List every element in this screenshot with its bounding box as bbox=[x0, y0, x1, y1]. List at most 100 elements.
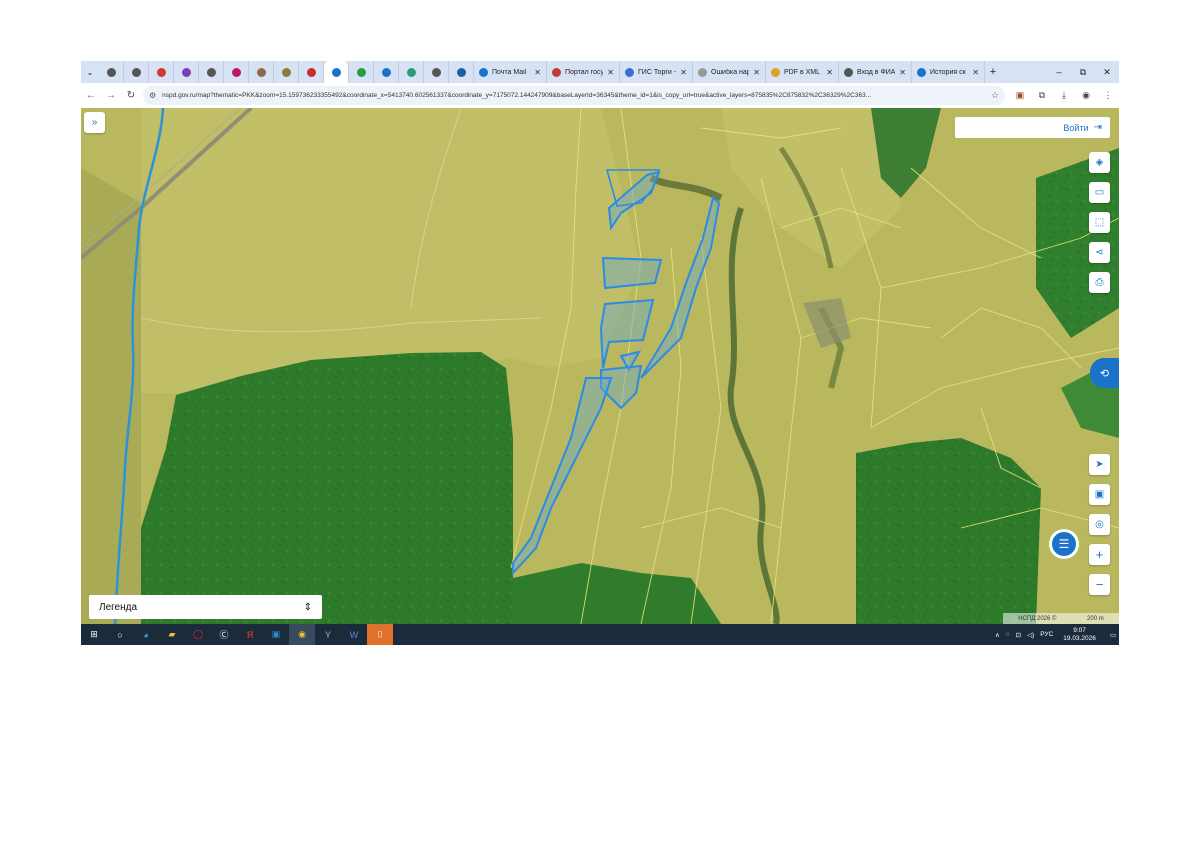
pinned-tab[interactable] bbox=[124, 61, 149, 83]
bookmark-star-icon[interactable]: ☆ bbox=[991, 90, 999, 101]
pinned-tab[interactable] bbox=[249, 61, 274, 83]
opera-icon[interactable]: ◯ bbox=[185, 624, 211, 645]
print-button[interactable]: ⎙ bbox=[1089, 272, 1110, 293]
attribution-text: НСПД 2026 © bbox=[1018, 615, 1057, 622]
tray-app-icon[interactable]: ◌ bbox=[1006, 631, 1010, 638]
search-icon[interactable]: ○ bbox=[107, 624, 133, 645]
pinned-tab[interactable] bbox=[99, 61, 124, 83]
clock[interactable]: 9:07 19.03.2026 bbox=[1060, 627, 1099, 643]
tab-label: Вход в ФИА bbox=[857, 68, 896, 76]
locate-button[interactable]: ➤ bbox=[1089, 454, 1110, 475]
gis-icon bbox=[625, 67, 634, 77]
favicon-icon bbox=[281, 67, 291, 77]
pinned-tab[interactable] bbox=[149, 61, 174, 83]
close-tab-icon[interactable]: ✕ bbox=[899, 68, 906, 77]
tray-arrow-icon[interactable]: ∧ bbox=[995, 631, 1000, 639]
file-explorer-icon[interactable]: ▰ bbox=[159, 624, 185, 645]
close-window-button[interactable]: ✕ bbox=[1095, 67, 1119, 78]
site-info-icon[interactable]: ⚙ bbox=[149, 91, 156, 100]
ruler-icon: ▭ bbox=[1094, 187, 1105, 198]
page-icon bbox=[698, 67, 707, 77]
close-tab-icon[interactable]: ✕ bbox=[972, 68, 979, 77]
browser-tab[interactable]: История ск ✕ bbox=[912, 61, 985, 83]
favicon-icon bbox=[356, 67, 366, 77]
chat-icon: ☰ bbox=[1058, 537, 1070, 551]
tab-label: Ошибка наруше bbox=[711, 68, 749, 76]
gosuslugi-icon bbox=[552, 67, 561, 77]
close-tab-icon[interactable]: ✕ bbox=[534, 68, 541, 77]
pinned-tab[interactable] bbox=[299, 61, 324, 83]
edge-icon[interactable]: ◕ bbox=[133, 624, 159, 645]
downloads-icon[interactable]: ⤓ bbox=[1053, 90, 1075, 101]
layers-button[interactable]: ◈ bbox=[1089, 152, 1110, 173]
yandex-browser-icon[interactable]: Y bbox=[315, 624, 341, 645]
area-select-button[interactable]: ⬚ bbox=[1089, 212, 1110, 233]
expand-panel-button[interactable]: » bbox=[84, 112, 105, 133]
toolbar: ← → ↻ ⚙ nspd.gov.ru/map?thematic=PKK&zoo… bbox=[81, 83, 1119, 108]
address-bar[interactable]: ⚙ nspd.gov.ru/map?thematic=PKK&zoom=15.1… bbox=[143, 86, 1005, 105]
pinned-tab[interactable] bbox=[374, 61, 399, 83]
browser-tab[interactable]: Почта Mail ✕ bbox=[474, 61, 547, 83]
favicon-icon bbox=[206, 67, 216, 77]
network-icon[interactable]: ⊡ bbox=[1016, 631, 1021, 639]
restore-button[interactable]: ⧉ bbox=[1071, 67, 1095, 78]
forward-icon[interactable]: → bbox=[101, 90, 121, 101]
zoom-out-button[interactable]: − bbox=[1089, 574, 1110, 595]
screen-button[interactable]: ▣ bbox=[1089, 484, 1110, 505]
pinned-tab[interactable] bbox=[349, 61, 374, 83]
favicon-icon bbox=[181, 67, 191, 77]
pinned-tab[interactable] bbox=[174, 61, 199, 83]
pinned-tab[interactable] bbox=[324, 61, 349, 83]
notifications-icon[interactable]: ▭2 bbox=[1110, 631, 1119, 639]
browser-tab[interactable]: Вход в ФИА ✕ bbox=[839, 61, 912, 83]
login-icon: ⇥ bbox=[1093, 122, 1102, 133]
browser-menu-icon[interactable]: ⋮ bbox=[1097, 90, 1119, 101]
legend-dropdown[interactable]: Легенда ⇕ bbox=[89, 595, 322, 619]
app-blue-icon[interactable]: ▣ bbox=[263, 624, 289, 645]
new-tab-button[interactable]: + bbox=[985, 66, 1001, 78]
browser-tab[interactable]: ГИС Торги - ✕ bbox=[620, 61, 693, 83]
side-panel-toggle[interactable]: ⟲ bbox=[1090, 358, 1119, 388]
scale-distance: 200 m bbox=[1087, 615, 1104, 622]
profile-icon[interactable]: ◉ bbox=[1075, 90, 1097, 101]
app-c-icon[interactable]: Ⓒ bbox=[211, 624, 237, 645]
download-icon bbox=[917, 67, 926, 77]
tab-label: ГИС Торги - bbox=[638, 68, 677, 76]
chrome-icon[interactable]: ◉ bbox=[289, 624, 315, 645]
browser-tab[interactable]: PDF в XML о ✕ bbox=[766, 61, 839, 83]
pinned-tab[interactable] bbox=[449, 61, 474, 83]
pinned-tab[interactable] bbox=[424, 61, 449, 83]
word-icon[interactable]: W bbox=[341, 624, 367, 645]
tab-search-button[interactable]: ⌄ bbox=[81, 61, 99, 83]
favicon-icon bbox=[256, 67, 266, 77]
close-tab-icon[interactable]: ✕ bbox=[607, 68, 614, 77]
ruler-button[interactable]: ▭ bbox=[1089, 182, 1110, 203]
windows-start-icon[interactable]: ⊞ bbox=[81, 624, 107, 645]
yandex-icon[interactable]: Я bbox=[237, 624, 263, 645]
pinned-tab[interactable] bbox=[399, 61, 424, 83]
tab-label: Почта Mail bbox=[492, 68, 527, 76]
language-indicator[interactable]: РУС bbox=[1040, 631, 1053, 638]
extensions-puzzle-icon[interactable]: ⧉ bbox=[1031, 90, 1053, 101]
close-tab-icon[interactable]: ✕ bbox=[753, 68, 760, 77]
extension-icon[interactable]: ▣ bbox=[1009, 90, 1031, 101]
pinned-tab[interactable] bbox=[274, 61, 299, 83]
share-button[interactable]: ⋖ bbox=[1089, 242, 1110, 263]
cadastral-map[interactable]: » Войти ⇥ ◈ ▭ ⬚ ⋖ ⎙ ⟲ ➤ ▣ ◎ + − ☰ Легенд… bbox=[81, 108, 1119, 624]
close-tab-icon[interactable]: ✕ bbox=[826, 68, 833, 77]
volume-icon[interactable]: ◁) bbox=[1027, 631, 1034, 639]
zoom-in-button[interactable]: + bbox=[1089, 544, 1110, 565]
close-tab-icon[interactable]: ✕ bbox=[680, 68, 687, 77]
browser-tab[interactable]: Портал госу ✕ bbox=[547, 61, 620, 83]
browser-tab[interactable]: Ошибка наруше ✕ bbox=[693, 61, 766, 83]
back-icon[interactable]: ← bbox=[81, 90, 101, 101]
pinned-tab[interactable] bbox=[199, 61, 224, 83]
app-orange-icon[interactable]: ⌷ bbox=[367, 624, 393, 645]
chat-button[interactable]: ☰ bbox=[1049, 529, 1079, 559]
minimize-button[interactable]: – bbox=[1047, 67, 1071, 77]
login-button[interactable]: Войти ⇥ bbox=[955, 117, 1110, 138]
pinned-tab[interactable] bbox=[224, 61, 249, 83]
pin-button[interactable]: ◎ bbox=[1089, 514, 1110, 535]
mail-icon bbox=[479, 67, 488, 77]
reload-icon[interactable]: ↻ bbox=[121, 90, 141, 101]
